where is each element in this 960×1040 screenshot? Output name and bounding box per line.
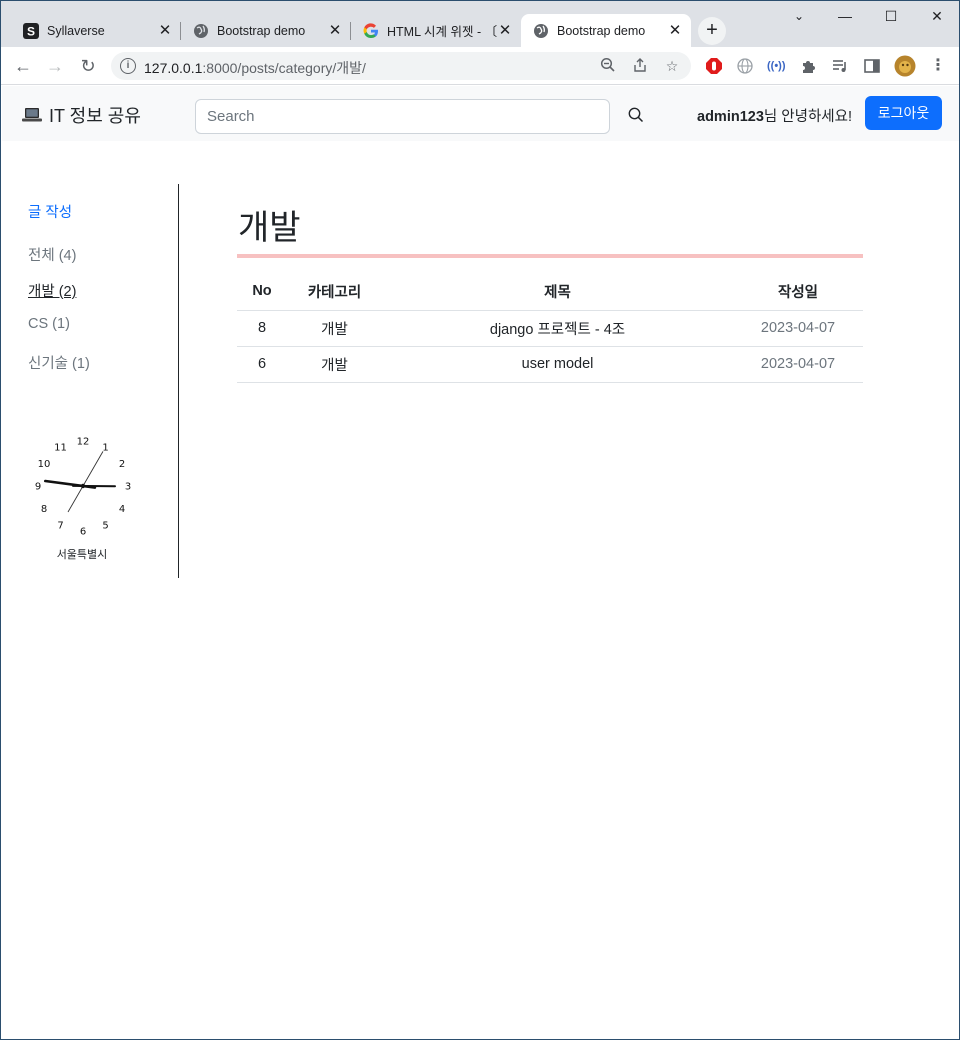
clock-city: 서울특별시 (56, 549, 108, 561)
greeting-text: 님 안녕하세요! (763, 109, 853, 125)
post-category: 개발 (287, 310, 382, 347)
tab-strip: S Syllaverse ✕ Bootstrap demo ✕ HTML 시계 … (1, 1, 959, 47)
tab-label: HTML 시계 위젯 - 〔 (387, 25, 497, 39)
extension-icon[interactable]: ((•)) (767, 57, 786, 75)
clock-number: 8 (41, 504, 47, 515)
tab-label: Syllaverse (47, 23, 105, 38)
post-title-link[interactable]: user model (382, 346, 733, 383)
zoom-icon[interactable] (599, 57, 617, 75)
user-greeting: admin123님 안녕하세요! (697, 105, 852, 126)
clock-number: 11 (54, 443, 67, 454)
category-link-newtech[interactable]: 신기술 (1) (28, 352, 90, 373)
tab-search-icon[interactable]: ⌄ (776, 5, 822, 27)
back-arrow-icon[interactable]: ← (11, 54, 35, 78)
search-icon[interactable] (624, 104, 648, 128)
tab-bootstrap-demo-active[interactable]: Bootstrap demo ✕ (521, 14, 691, 47)
post-no: 6 (237, 346, 287, 383)
write-post-link[interactable]: 글 작성 (28, 201, 72, 222)
clock-widget: 12 12 345 6 789 1011 (35, 437, 131, 538)
address-url[interactable]: 127.0.0.1:8000/posts/category/개발/ (144, 58, 366, 78)
more-menu-icon[interactable]: ⋮ (929, 57, 947, 75)
post-title-link[interactable]: django 프로젝트 - 4조 (382, 310, 733, 347)
page-title: 개발 (238, 209, 301, 247)
tab-close-icon[interactable]: ✕ (497, 23, 513, 39)
brand-label: IT 정보 공유 (49, 106, 141, 126)
table-row[interactable]: 6 개발 user model 2023-04-07 (237, 346, 863, 383)
site-navbar: IT 정보 공유 admin123님 안녕하세요! 로그아웃 (2, 86, 959, 141)
clock-second-hand (67, 451, 104, 513)
clock-number: 10 (38, 459, 51, 470)
clock-number: 9 (35, 482, 41, 493)
table-header-row: No 카테고리 제목 작성일 (237, 273, 863, 311)
tab-close-icon[interactable]: ✕ (157, 23, 173, 39)
tab-syllaverse[interactable]: S Syllaverse ✕ (11, 14, 181, 47)
clock-number: 6 (80, 527, 86, 538)
bookmark-star-icon[interactable]: ☆ (663, 57, 681, 75)
clock-number: 12 (77, 437, 90, 448)
category-link-cs[interactable]: CS (1) (28, 316, 70, 332)
globe-icon (533, 23, 549, 39)
tab-label: Bootstrap demo (557, 23, 646, 38)
clock-number: 7 (57, 521, 63, 532)
s-logo-icon: S (23, 22, 39, 39)
clock-number: 3 (125, 482, 131, 493)
logout-button[interactable]: 로그아웃 (865, 96, 942, 130)
google-icon (363, 22, 379, 39)
globe-icon (193, 23, 209, 39)
site-brand[interactable]: IT 정보 공유 (22, 102, 141, 128)
post-date: 2023-04-07 (733, 310, 863, 347)
laptop-icon (22, 108, 42, 122)
post-category: 개발 (287, 346, 382, 383)
new-tab-button[interactable]: + (698, 17, 726, 45)
reload-icon[interactable]: ↻ (76, 54, 100, 78)
category-link-dev[interactable]: 개발 (2) (28, 280, 76, 301)
translate-globe-icon[interactable] (736, 57, 754, 75)
header-no: No (237, 273, 287, 311)
search-input[interactable] (195, 99, 610, 134)
clock-number: 1 (102, 443, 108, 454)
header-category: 카테고리 (287, 273, 382, 311)
profile-avatar[interactable] (894, 55, 916, 77)
url-host: 127.0.0.1 (144, 60, 203, 76)
svg-text:S: S (27, 24, 35, 38)
puzzle-extensions-icon[interactable] (800, 57, 818, 75)
clock-number: 2 (119, 459, 125, 470)
clock-number: 4 (119, 504, 125, 515)
posts-table: No 카테고리 제목 작성일 8 개발 django 프로젝트 - 4조 202… (237, 273, 863, 383)
share-icon[interactable] (631, 57, 649, 75)
maximize-button[interactable]: ☐ (868, 5, 914, 27)
clock-center-dot (80, 483, 86, 489)
site-info-icon[interactable]: i (120, 58, 136, 74)
tab-html-clock[interactable]: HTML 시계 위젯 - 〔 ✕ (351, 14, 521, 47)
header-title: 제목 (382, 273, 733, 311)
media-queue-icon[interactable] (831, 57, 849, 75)
browser-toolbar: ← → ↻ i 127.0.0.1:8000/posts/category/개발… (1, 47, 959, 85)
tab-bootstrap-demo-1[interactable]: Bootstrap demo ✕ (181, 14, 351, 47)
browser-window: S Syllaverse ✕ Bootstrap demo ✕ HTML 시계 … (0, 0, 960, 1040)
header-date: 작성일 (733, 273, 863, 311)
minimize-button[interactable]: — (822, 5, 868, 27)
title-divider (237, 254, 863, 258)
post-no: 8 (237, 310, 287, 347)
username: admin123 (697, 109, 764, 125)
web-page: IT 정보 공유 admin123님 안녕하세요! 로그아웃 글 작성 전체 (… (2, 86, 959, 1039)
close-window-button[interactable]: ✕ (914, 5, 959, 27)
table-row[interactable]: 8 개발 django 프로젝트 - 4조 2023-04-07 (237, 310, 863, 347)
url-path: :8000/posts/category/개발/ (202, 60, 366, 76)
adblock-icon[interactable] (705, 57, 723, 75)
address-bar[interactable]: i 127.0.0.1:8000/posts/category/개발/ ☆ (111, 52, 691, 80)
category-link-all[interactable]: 전체 (4) (28, 244, 76, 265)
sidebar: 글 작성 전체 (4) 개발 (2) CS (1) 신기술 (1) 12 1 2 3 4… (2, 184, 179, 578)
tab-close-icon[interactable]: ✕ (327, 23, 343, 39)
tab-close-icon[interactable]: ✕ (667, 23, 683, 39)
forward-arrow-icon[interactable]: → (43, 54, 67, 78)
clock-number: 5 (102, 521, 108, 532)
side-panel-icon[interactable] (863, 57, 881, 75)
tab-label: Bootstrap demo (217, 23, 306, 38)
post-date: 2023-04-07 (733, 346, 863, 383)
